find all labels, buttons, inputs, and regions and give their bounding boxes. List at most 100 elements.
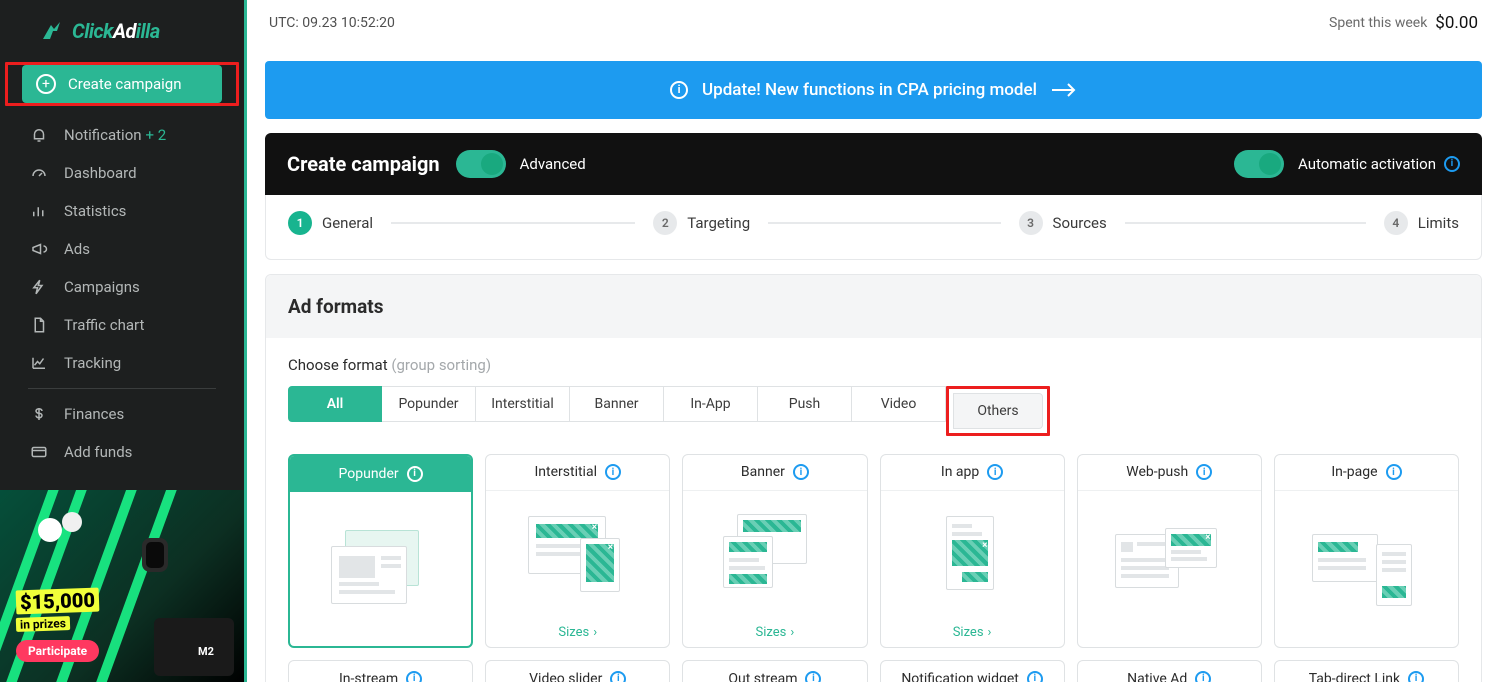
tab-video[interactable]: Video	[852, 386, 946, 422]
step-label: Limits	[1418, 214, 1459, 232]
sidebar-item-add-funds[interactable]: Add funds	[0, 433, 244, 471]
card-title: Popunder	[339, 466, 399, 482]
sizes-link[interactable]: Sizes›	[486, 619, 669, 647]
info-icon[interactable]: i	[406, 671, 422, 682]
nav-label: Traffic chart	[64, 316, 144, 334]
tab-banner[interactable]: Banner	[570, 386, 664, 422]
step-number: 1	[288, 211, 312, 235]
card-in-page[interactable]: In-pagei	[1274, 454, 1459, 648]
ipad-icon	[154, 618, 234, 676]
step-general[interactable]: 1 General	[288, 211, 373, 235]
card-native-ad[interactable]: Native Adi	[1077, 660, 1262, 682]
bar-chart-icon	[28, 200, 50, 222]
auto-activation-label: Automatic activation	[1298, 155, 1436, 173]
card-banner[interactable]: Banneri Sizes›	[682, 454, 867, 648]
card-title: Notification widget	[901, 671, 1019, 682]
bell-icon	[28, 124, 50, 146]
tab-others[interactable]: Others	[953, 393, 1043, 429]
nav-label: Notification	[64, 126, 142, 144]
card-video-slider[interactable]: Video slider i	[485, 660, 670, 682]
sidebar-item-finances[interactable]: Finances	[0, 395, 244, 433]
wizard-steps: 1 General 2 Targeting 3 Sources	[265, 195, 1482, 260]
step-limits[interactable]: 4 Limits	[1384, 211, 1459, 235]
info-icon: i	[670, 81, 688, 99]
banner-text: Update! New functions in CPA pricing mod…	[702, 80, 1037, 100]
spent-label: Spent this week	[1329, 15, 1427, 31]
brand-logo[interactable]: ClickAdilla	[0, 0, 244, 62]
choose-hint: (group sorting)	[391, 356, 491, 374]
sidebar-item-traffic-chart[interactable]: Traffic chart	[0, 306, 244, 344]
step-sources[interactable]: 3 Sources	[1019, 211, 1107, 235]
section-title: Ad formats	[266, 275, 1481, 338]
nav-label: Tracking	[64, 354, 121, 372]
file-icon	[28, 314, 50, 336]
sidebar-item-tracking[interactable]: Tracking	[0, 344, 244, 382]
card-out-stream[interactable]: Out streami	[682, 660, 867, 682]
topbar: UTC: 09.23 10:52:20 Spent this week $0.0…	[247, 0, 1500, 47]
tab-push[interactable]: Push	[758, 386, 852, 422]
tab-popunder[interactable]: Popunder	[382, 386, 476, 422]
logo-click: Click	[72, 19, 113, 43]
info-icon[interactable]: i	[1408, 671, 1424, 682]
card-interstitial[interactable]: Interstitiali × × Sizes›	[485, 454, 670, 648]
tab-all[interactable]: All	[288, 386, 382, 422]
sidebar-item-dashboard[interactable]: Dashboard	[0, 154, 244, 192]
tab-interstitial[interactable]: Interstitial	[476, 386, 570, 422]
info-icon[interactable]: i	[1195, 671, 1211, 682]
info-icon[interactable]: i	[1444, 156, 1460, 172]
sidebar-item-ads[interactable]: Ads	[0, 230, 244, 268]
card-icon	[28, 441, 50, 463]
card-title: Interstitial	[534, 464, 597, 480]
sidebar-item-campaigns[interactable]: Campaigns	[0, 268, 244, 306]
info-icon[interactable]: i	[987, 464, 1003, 480]
info-icon[interactable]: i	[1027, 671, 1043, 682]
nav-label: Campaigns	[64, 278, 140, 296]
plus-circle-icon: +	[36, 74, 56, 94]
divider	[28, 388, 216, 389]
watch-icon	[130, 530, 180, 580]
sidebar-item-notification[interactable]: Notification + 2	[0, 116, 244, 154]
step-label: General	[322, 214, 373, 232]
notification-badge: + 2	[146, 126, 167, 144]
megaphone-icon	[28, 238, 50, 260]
in-app-thumb-icon: ×	[912, 510, 1032, 600]
card-popunder[interactable]: Popunder i	[288, 454, 473, 648]
info-icon[interactable]: i	[805, 671, 821, 682]
card-tab-direct-link[interactable]: Tab-direct Link i	[1274, 660, 1459, 682]
sizes-link[interactable]: Sizes›	[881, 619, 1064, 647]
create-campaign-button[interactable]: + Create campaign	[22, 65, 222, 103]
arrow-right-icon	[1051, 83, 1077, 97]
card-title: Tab-direct Link	[1309, 671, 1400, 682]
tab-in-app[interactable]: In-App	[664, 386, 758, 422]
create-campaign-label: Create campaign	[68, 75, 182, 93]
advanced-label: Advanced	[520, 155, 586, 173]
gauge-icon	[28, 162, 50, 184]
card-in-app[interactable]: In appi × Sizes›	[880, 454, 1065, 648]
card-title: Video slider	[529, 671, 602, 682]
page-title: Create campaign	[287, 152, 440, 176]
line-chart-icon	[28, 352, 50, 374]
step-targeting[interactable]: 2 Targeting	[653, 211, 750, 235]
update-banner[interactable]: i Update! New functions in CPA pricing m…	[265, 61, 1482, 119]
card-notification-widget[interactable]: Notification widget i	[880, 660, 1065, 682]
info-icon[interactable]: i	[407, 466, 423, 482]
advanced-toggle[interactable]	[456, 150, 506, 178]
info-icon[interactable]: i	[605, 464, 621, 480]
card-web-push[interactable]: Web-pushi ×	[1077, 454, 1262, 648]
info-icon[interactable]: i	[1386, 464, 1402, 480]
sizes-link[interactable]: Sizes›	[683, 619, 866, 647]
sidebar-item-statistics[interactable]: Statistics	[0, 192, 244, 230]
step-label: Sources	[1053, 214, 1107, 232]
step-number: 2	[653, 211, 677, 235]
info-icon[interactable]: i	[610, 671, 626, 682]
info-icon[interactable]: i	[1196, 464, 1212, 480]
promo-cta[interactable]: Participate	[16, 640, 99, 662]
info-icon[interactable]: i	[793, 464, 809, 480]
hummingbird-icon	[40, 19, 64, 43]
auto-activation-toggle[interactable]	[1234, 150, 1284, 178]
logo-illa: illa	[136, 19, 160, 43]
card-in-stream[interactable]: In-streami	[288, 660, 473, 682]
category-tabs: All Popunder Interstitial Banner In-App …	[288, 386, 1459, 436]
promo-banner[interactable]: M2 $15,000 in prizes Participate	[0, 490, 244, 682]
promo-chip-label: M2	[198, 645, 214, 658]
